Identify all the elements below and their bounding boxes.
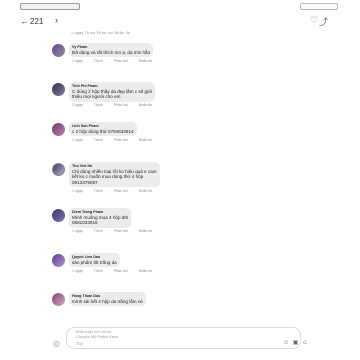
share-icon[interactable]: ⤴ [319, 15, 328, 28]
comment-actions: 1 ngày Thích Phản hồi Nhắn tin [72, 138, 162, 142]
message-button[interactable]: Nhắn tin [139, 229, 152, 233]
comment-time: 1 ngày [72, 59, 83, 63]
like-button[interactable]: Thích [94, 229, 103, 233]
comment-actions: 1 ngày Thích Phản hồi Nhắn tin [72, 229, 162, 233]
reply-button[interactable]: Phản hồi [114, 189, 128, 193]
comment-actions: 1 ngày Thích Phản hồi Nhắn tin [72, 269, 162, 273]
reaction-count[interactable]: 221 [30, 17, 43, 26]
comment-text: thiệu mọi người cho em [72, 94, 121, 100]
message-button[interactable]: Nhắn tin [139, 138, 152, 142]
comment-bubble: Linh San Pham c 2 hộp dùng thử 079463391… [69, 122, 137, 137]
like-button[interactable]: Thích [94, 269, 103, 273]
comment-bubble: Tinh Phi Pham C dùng 2 hộp thấy da đẹp l… [69, 82, 156, 102]
camera-icon[interactable]: ◎ [53, 339, 60, 348]
chevron-right-icon[interactable]: › [55, 15, 58, 25]
like-button[interactable]: Thích [94, 138, 103, 142]
like-button[interactable]: Thích [94, 59, 103, 63]
message-button[interactable]: Nhắn tin [139, 189, 152, 193]
comment-actions: 1 ngày Thích Phản hồi Nhắn tin [72, 189, 162, 193]
comment-time: 1 ngày [72, 103, 83, 107]
like-button[interactable]: Thích [94, 189, 103, 193]
comment-bubble: Hong Tham Dao mình sài hết 4 hộp da trắn… [69, 292, 146, 307]
comment-composer: ◎ Bình luận với vai trò Chuyên Mỹ Phẩm X… [0, 325, 360, 355]
avatar[interactable] [52, 83, 65, 96]
avatar[interactable] [52, 44, 65, 57]
comment-bubble: Vy Pham Đã dùng và rất thích mn ạ, da mi… [69, 43, 154, 58]
reply-button[interactable]: Phản hồi [114, 229, 128, 233]
page-name-label[interactable]: Chuyên Mỹ Phẩm Xách [76, 334, 118, 339]
comment-time: 1 ngày [72, 229, 83, 233]
emoji-gif-icons[interactable]: ☺ ▣ ☺ [283, 339, 309, 346]
comment-actions: 1 ngày Thích Phản hồi Nhắn tin [72, 103, 162, 107]
avatar[interactable] [52, 209, 65, 222]
reply-button[interactable]: Phản hồi [114, 103, 128, 107]
comment-text: Đã dùng và rất thích mn ạ, da min hẳn [72, 50, 151, 55]
reply-button[interactable]: Phản hồi [114, 269, 128, 273]
reply-button[interactable]: Phản hồi [114, 59, 128, 63]
avatar[interactable] [52, 123, 65, 136]
status-bar-right [300, 3, 338, 10]
reply-button[interactable]: Phản hồi [114, 138, 128, 142]
like-button[interactable]: Thích [94, 103, 103, 107]
message-button[interactable]: Nhắn tin [139, 59, 152, 63]
comment-bubble: Diem Trang Pham Mình muống mua 4 hộp dth… [69, 208, 132, 228]
comment-time: 1 ngày [72, 269, 83, 273]
comment-meta-top: 1 ngày Thích Phản hồi Nhắn tin [71, 31, 131, 35]
avatar[interactable] [52, 254, 65, 267]
comment-time: 1 ngày [72, 189, 83, 193]
comment-time: 1 ngày [72, 138, 83, 142]
message-button[interactable]: Nhắn tin [139, 269, 152, 273]
status-bar-left [20, 3, 80, 10]
comment-text: mình sài hết 4 hộp da trắng lắm nè [72, 299, 143, 304]
comment-actions: 1 ngày Thích Phản hồi Nhắn tin [72, 59, 162, 63]
like-icon[interactable]: ♡ [310, 15, 318, 26]
comment-text: 0913379097 [72, 179, 98, 185]
comment-text: c 2 hộp dùng thử 0794633914 [72, 129, 134, 134]
comment-bubble: Quynh Lien Dao sản phẩm tốt trắng da [69, 253, 120, 268]
avatar[interactable] [52, 163, 65, 176]
status-bar [0, 0, 360, 12]
comment-text: 0881033916 [72, 220, 98, 226]
comment-text: sản phẩm tốt trắng da [72, 260, 117, 265]
avatar[interactable] [52, 293, 65, 306]
arrow-left-icon[interactable]: ← [20, 16, 29, 26]
message-button[interactable]: Nhắn tin [139, 103, 152, 107]
header: ← 221 › ♡ ⤴ [0, 14, 360, 32]
comment-bubble: Thu Viet Ho Chị dùng nhiều loại rồi ko h… [69, 162, 160, 188]
comment-input-placeholder[interactable]: Tay [76, 341, 83, 346]
